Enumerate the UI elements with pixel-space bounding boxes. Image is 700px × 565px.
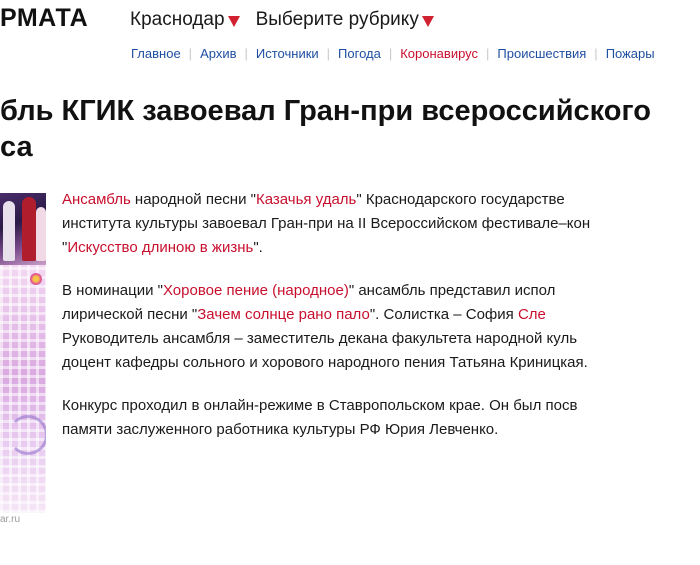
article-text: ".: [253, 239, 263, 256]
article-paragraph: В номинации "Хоровое пение (народное)" а…: [62, 279, 700, 375]
festival-logo-icon: [30, 273, 42, 285]
photo-credit: ar.ru: [0, 514, 21, 525]
article-text: ". Солистка – София: [369, 306, 518, 323]
nav-link[interactable]: Погода: [338, 46, 381, 61]
nav-separator: |: [486, 46, 490, 61]
chevron-down-icon: [227, 15, 240, 27]
performer-figure: [36, 207, 46, 261]
nav-link[interactable]: Главное: [131, 46, 181, 61]
article-paragraph: Конкурс проходил в онлайн-режиме в Ставр…: [62, 394, 700, 442]
nav-link[interactable]: Пожары: [606, 46, 655, 61]
nav-separator: |: [188, 46, 193, 61]
nav-separator: |: [326, 46, 331, 61]
top-nav: Главное | Архив | Источники | Погода | Коронавир…: [131, 46, 655, 61]
chevron-down-icon: [421, 15, 434, 27]
city-selector[interactable]: Краснодар: [130, 9, 240, 31]
nav-link[interactable]: Происшествия: [497, 46, 586, 61]
article-text: народной песни ": [130, 191, 256, 208]
rubric-selector[interactable]: Выберите рубрику: [256, 9, 434, 31]
article-title-line1: бль КГИК завоевал Гран-при всероссийског…: [0, 95, 651, 127]
article-title: бль КГИК завоевал Гран-при всероссийског…: [0, 93, 700, 165]
performer-figure: [22, 197, 36, 261]
nav-separator: |: [388, 46, 393, 61]
article-photo[interactable]: [0, 193, 46, 513]
article-text: Руководитель ансамбля – заместитель дека…: [62, 330, 578, 347]
article-text: " Краснодарского государстве: [356, 191, 565, 208]
article-text: лирической песни ": [62, 306, 198, 323]
nav-separator: |: [594, 46, 598, 61]
ribbon-decoration: [8, 415, 46, 455]
photo-poster: [0, 265, 46, 513]
photo-performers: [0, 193, 46, 265]
article-text: " ансамбль представил испол: [348, 282, 556, 299]
region-menu: Краснодар Выберите рубрику: [130, 9, 450, 31]
performer-figure: [3, 201, 15, 261]
article-text: В номинации ": [62, 282, 163, 299]
article-body: Ансамбль народной песни "Казачья удаль" …: [62, 188, 700, 461]
nav-link[interactable]: Коронавирус: [400, 46, 478, 61]
article-link[interactable]: Ансамбль: [62, 191, 131, 208]
article-paragraph: Ансамбль народной песни "Казачья удаль" …: [62, 188, 700, 260]
article-text: института культуры завоевал Гран-при на …: [62, 215, 591, 232]
article-link[interactable]: Сле: [518, 306, 546, 323]
article-text: доцент кафедры сольного и хорового народ…: [62, 354, 588, 371]
nav-link[interactable]: Архив: [200, 46, 236, 61]
article-title-line2: са: [0, 131, 33, 163]
article-link[interactable]: Казачья удаль: [256, 191, 356, 208]
article-link[interactable]: Зачем солнце рано пало: [197, 306, 370, 323]
rubric-selector-label: Выберите рубрику: [255, 9, 419, 30]
nav-separator: |: [244, 46, 248, 61]
nav-link[interactable]: Источники: [256, 46, 319, 61]
article-text: памяти заслуженного работника культуры Р…: [62, 421, 499, 438]
article-link[interactable]: Искусство длиною в жизнь: [67, 239, 253, 256]
article-text: Конкурс проходил в онлайн-режиме в Ставр…: [62, 397, 578, 414]
article-link[interactable]: Хоровое пение (народное): [163, 282, 349, 299]
city-selector-label: Краснодар: [130, 9, 225, 30]
site-logo[interactable]: РМАТА: [0, 4, 88, 33]
